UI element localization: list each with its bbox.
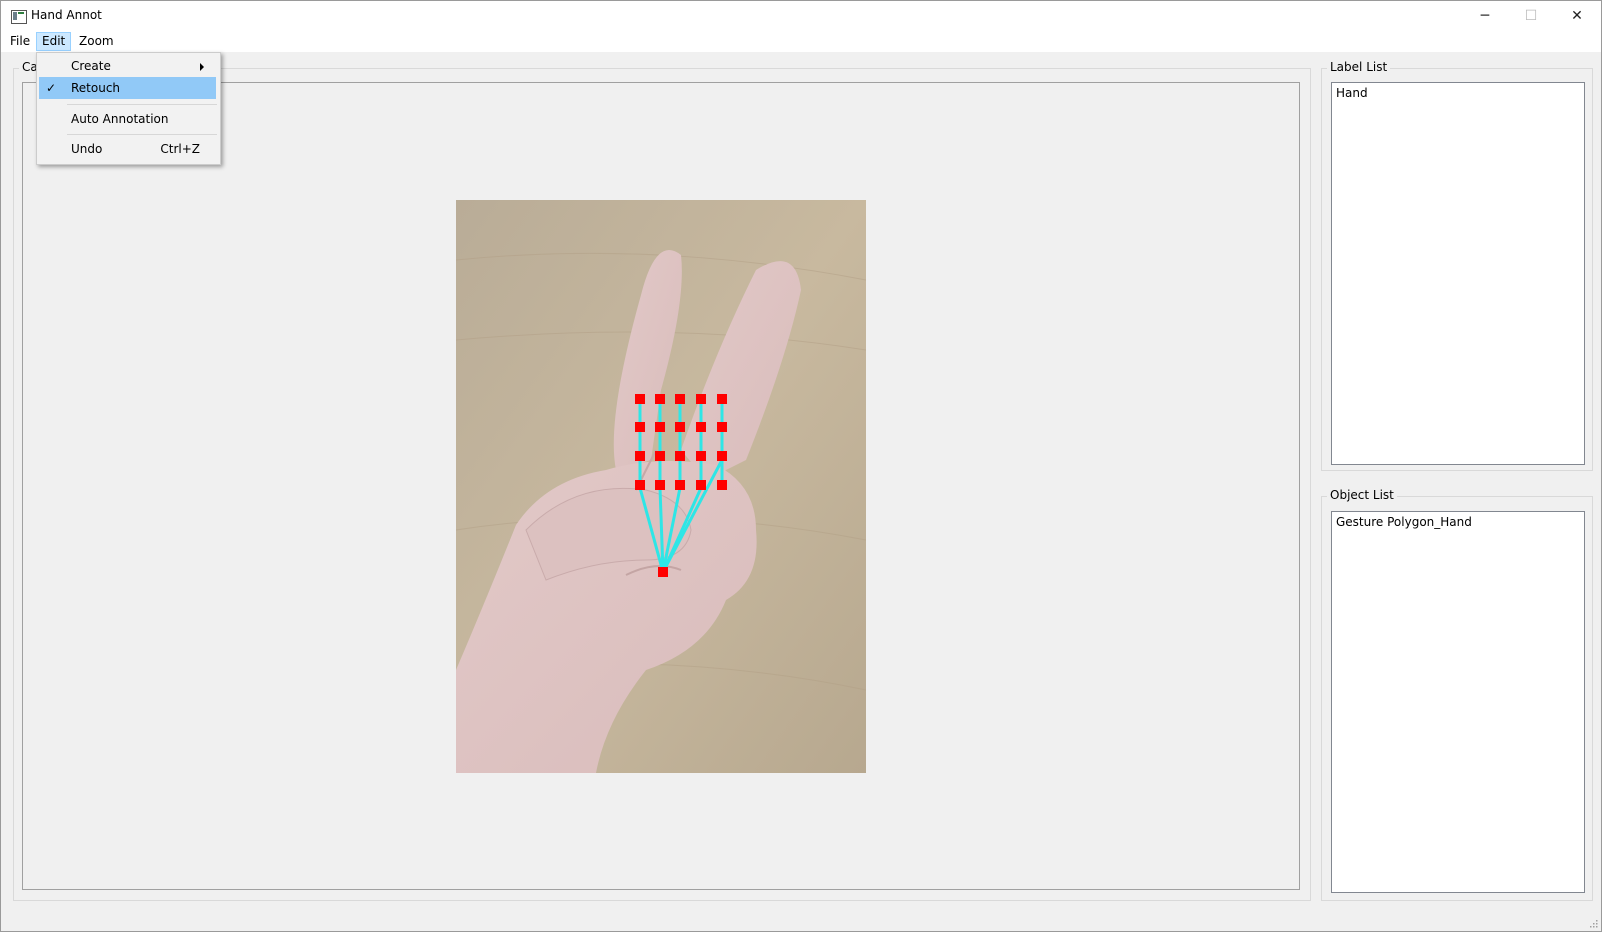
label-list-title: Label List [1327, 60, 1391, 74]
edit-dropdown-menu: Create ✓ Retouch Auto Annotation Undo Ct… [36, 52, 221, 165]
minimize-button[interactable]: ─ [1462, 1, 1508, 31]
hand-image[interactable] [456, 200, 866, 773]
close-icon: ✕ [1571, 8, 1583, 24]
list-item[interactable]: Hand [1336, 86, 1368, 100]
close-button[interactable]: ✕ [1554, 1, 1600, 31]
menu-item-retouch[interactable]: ✓ Retouch [39, 77, 216, 99]
window-title: Hand Annot [31, 8, 102, 22]
hand-photo-svg [456, 200, 866, 773]
menu-item-create[interactable]: Create [39, 55, 216, 77]
menu-separator [67, 104, 217, 105]
app-icon [11, 10, 27, 24]
checkmark-icon: ✓ [46, 81, 57, 95]
maximize-button[interactable]: ☐ [1508, 1, 1554, 31]
menu-item-undo[interactable]: Undo Ctrl+Z [39, 138, 216, 160]
title-bar[interactable]: Hand Annot ─ ☐ ✕ [1, 1, 1601, 31]
menu-item-label: Undo [71, 142, 103, 156]
menu-zoom[interactable]: Zoom [74, 33, 119, 50]
object-list[interactable]: Gesture Polygon_Hand [1331, 511, 1585, 893]
menu-item-auto-annotation[interactable]: Auto Annotation [39, 108, 216, 130]
menu-item-label: Auto Annotation [71, 112, 169, 126]
menu-item-label: Create [71, 59, 111, 73]
menu-item-shortcut: Ctrl+Z [160, 142, 200, 156]
resize-grip-icon[interactable] [1588, 918, 1598, 928]
menu-file[interactable]: File [5, 33, 35, 50]
label-list[interactable]: Hand [1331, 82, 1585, 465]
menu-edit[interactable]: Edit [36, 32, 72, 51]
submenu-arrow-icon [200, 63, 204, 71]
app-window: Hand Annot ─ ☐ ✕ File Edit Zoom Ca Label… [0, 0, 1602, 932]
minimize-icon: ─ [1480, 8, 1490, 24]
menu-separator [67, 134, 217, 135]
maximize-icon: ☐ [1524, 8, 1538, 24]
menu-bar: File Edit Zoom [1, 31, 1601, 52]
list-item[interactable]: Gesture Polygon_Hand [1336, 515, 1472, 529]
object-list-title: Object List [1327, 488, 1397, 502]
menu-item-label: Retouch [71, 81, 121, 95]
